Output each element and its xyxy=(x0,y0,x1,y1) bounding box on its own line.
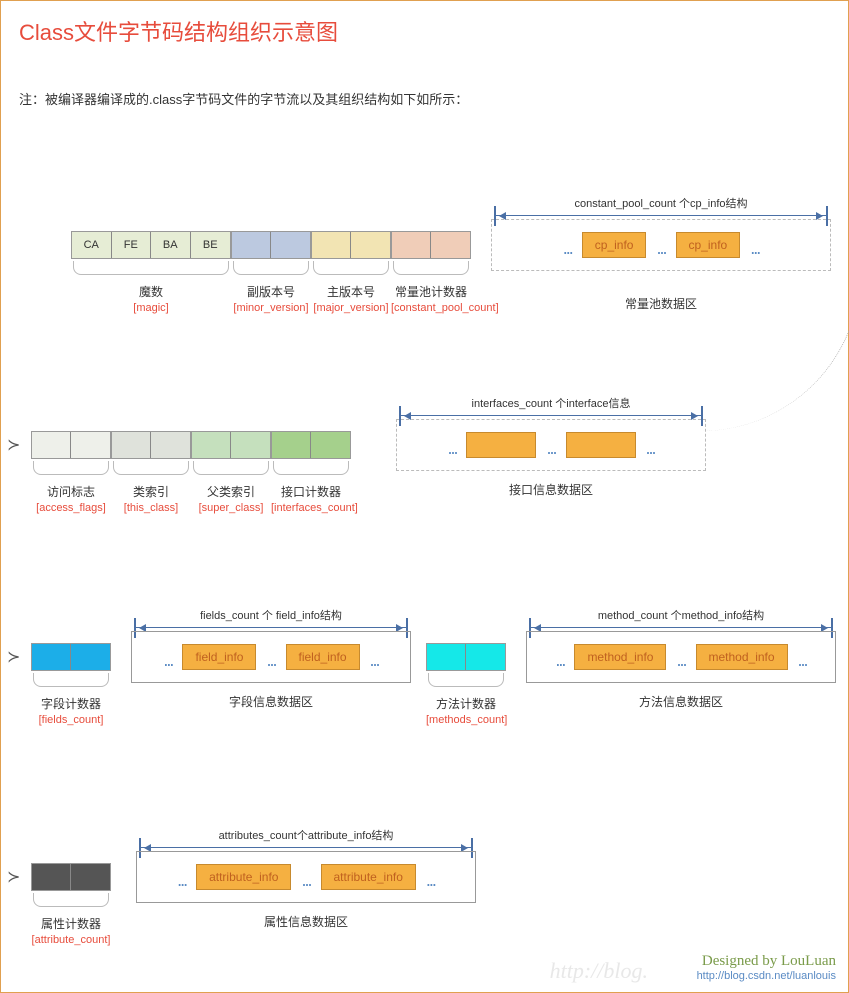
if-pool: ... ... ... xyxy=(396,419,706,471)
af-label: 访问标志 xyxy=(31,483,111,500)
cpc-key: [constant_pool_count] xyxy=(391,302,471,314)
field-info-chip: field_info xyxy=(286,644,360,670)
continue-arrow-icon: ≻ xyxy=(7,647,20,667)
magic-section: CA FE BA BE 魔数 [magic] xyxy=(71,231,231,314)
mc-label: 方法计数器 xyxy=(426,695,506,712)
tc-key: [this_class] xyxy=(111,502,191,514)
method-pool: ... method_info ... method_info ... xyxy=(526,631,836,683)
method-pool-label: 方法信息数据区 xyxy=(526,693,836,710)
af-key: [access_flags] xyxy=(31,502,111,514)
cpc-bytes xyxy=(391,231,471,259)
cp-arrow: constant_pool_count 个cp_info结构 xyxy=(496,195,826,216)
ac-label: 属性计数器 xyxy=(31,915,111,932)
diagram-title: Class文件字节码结构组织示意图 xyxy=(1,1,848,61)
sc-section: 父类索引 [super_class] xyxy=(191,431,271,514)
signature: Designed by LouLuan http://blog.csdn.net… xyxy=(697,953,836,982)
minor-label: 副版本号 xyxy=(231,283,311,300)
byte-cell: CA xyxy=(72,232,112,258)
field-arrow: fields_count 个 field_info结构 xyxy=(136,607,406,628)
major-key: [major_version] xyxy=(311,302,391,314)
minor-key: [minor_version] xyxy=(231,302,311,314)
continue-arrow-icon: ≻ xyxy=(7,867,20,887)
attr-info-chip: attribute_info xyxy=(321,864,416,890)
ic-key: [interfaces_count] xyxy=(271,502,351,514)
arrow-line xyxy=(496,215,826,216)
cpc-label: 常量池计数器 xyxy=(391,283,471,300)
af-section: 访问标志 [access_flags] xyxy=(31,431,111,514)
field-pool-label: 字段信息数据区 xyxy=(131,693,411,710)
fc-key: [fields_count] xyxy=(31,714,111,726)
ac-section: 属性计数器 [attribute_count] xyxy=(31,863,111,946)
mc-key: [methods_count] xyxy=(426,714,506,726)
major-section: 主版本号 [major_version] xyxy=(311,231,391,314)
if-chip xyxy=(466,432,536,458)
fc-label: 字段计数器 xyxy=(31,695,111,712)
brace xyxy=(393,261,469,275)
dots: ... xyxy=(656,238,665,259)
minor-bytes xyxy=(231,231,311,259)
author-text: Designed by LouLuan xyxy=(697,953,836,970)
byte-cell: BA xyxy=(151,232,191,258)
continue-arrow-icon: ≻ xyxy=(7,435,20,455)
byte-cell: BE xyxy=(191,232,230,258)
field-pool: ... field_info ... field_info ... xyxy=(131,631,411,683)
brace xyxy=(233,261,309,275)
cp-pool-label: 常量池数据区 xyxy=(491,295,831,312)
brace xyxy=(73,261,229,275)
ac-key: [attribute_count] xyxy=(31,934,111,946)
sc-key: [super_class] xyxy=(191,502,271,514)
diagram-note: 注：被编译器编译成的.class字节码文件的字节流以及其组织结构如下如所示： xyxy=(1,61,848,108)
if-arrow-text: interfaces_count 个interface信息 xyxy=(472,398,631,410)
tc-label: 类索引 xyxy=(111,483,191,500)
fc-section: 字段计数器 [fields_count] xyxy=(31,643,111,726)
field-info-chip: field_info xyxy=(182,644,256,670)
dots: ... xyxy=(750,238,759,259)
cpc-section: 常量池计数器 [constant_pool_count] xyxy=(391,231,471,314)
attr-info-chip: attribute_info xyxy=(196,864,291,890)
minor-section: 副版本号 [minor_version] xyxy=(231,231,311,314)
attr-arrow: attributes_count个attribute_info结构 xyxy=(141,827,471,848)
magic-bytes: CA FE BA BE xyxy=(71,231,231,259)
magic-key: [magic] xyxy=(71,302,231,314)
ic-section: 接口计数器 [interfaces_count] xyxy=(271,431,351,514)
cp-arrow-text: constant_pool_count 个cp_info结构 xyxy=(574,198,747,210)
major-label: 主版本号 xyxy=(311,283,391,300)
method-arrow: method_count 个method_info结构 xyxy=(531,607,831,628)
author-url: http://blog.csdn.net/luanlouis xyxy=(697,970,836,982)
ic-label: 接口计数器 xyxy=(271,483,351,500)
magic-label: 魔数 xyxy=(71,283,231,300)
cp-info-chip: cp_info xyxy=(676,232,741,258)
mc-section: 方法计数器 [methods_count] xyxy=(426,643,506,726)
attr-pool: ... attribute_info ... attribute_info ..… xyxy=(136,851,476,903)
if-pool-label: 接口信息数据区 xyxy=(396,481,706,498)
dots: ... xyxy=(563,238,572,259)
cp-info-chip: cp_info xyxy=(582,232,647,258)
major-bytes xyxy=(311,231,391,259)
method-info-chip: method_info xyxy=(696,644,788,670)
tc-section: 类索引 [this_class] xyxy=(111,431,191,514)
brace xyxy=(313,261,389,275)
if-arrow: interfaces_count 个interface信息 xyxy=(401,395,701,416)
method-info-chip: method_info xyxy=(574,644,666,670)
sc-label: 父类索引 xyxy=(191,483,271,500)
watermark: http://blog. xyxy=(550,958,648,984)
cp-pool: ... cp_info ... cp_info ... xyxy=(491,219,831,271)
byte-cell: FE xyxy=(112,232,152,258)
attr-pool-label: 属性信息数据区 xyxy=(136,913,476,930)
if-chip xyxy=(566,432,636,458)
